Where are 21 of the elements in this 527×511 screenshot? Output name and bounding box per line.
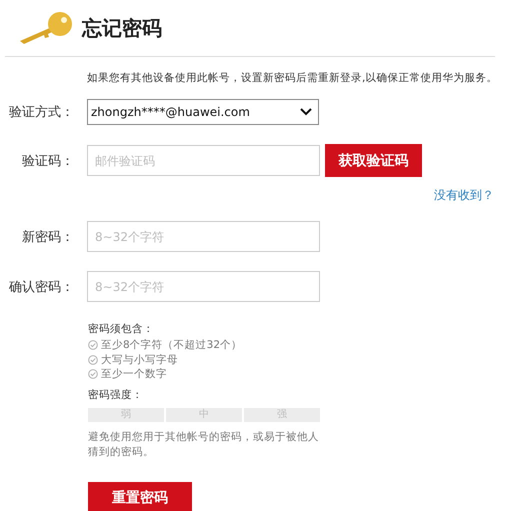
strength-title: 密码强度：	[88, 388, 144, 402]
hint-text: 避免使用您用于其他帐号的密码，或易于被他人猜到的密码。	[88, 430, 320, 460]
notice-text: 如果您有其他设备使用此帐号，设置新密码后需重新登录,以确保正常使用华为服务。	[87, 71, 498, 85]
input-field[interactable]: 8~32个字符	[87, 271, 320, 302]
chevron-down-icon	[300, 108, 312, 116]
get-code-button[interactable]: 获取验证码	[325, 144, 422, 177]
page-title: 忘记密码	[82, 14, 162, 42]
input-field[interactable]: 邮件验证码	[87, 145, 320, 176]
rule-text: 大写与小写字母	[101, 352, 178, 367]
field-label: 新密码：	[21, 228, 74, 246]
rule-text: 至少8个字符（不超过32个）	[101, 338, 242, 352]
field-label: 确认密码：	[8, 278, 74, 296]
rules-title: 密码须包含：	[88, 322, 155, 336]
account-select[interactable]: zhongzh****@huawei.com	[87, 99, 319, 125]
field-label: 验证方式：	[8, 104, 74, 121]
reset-password-button[interactable]: 重置密码	[88, 482, 192, 511]
field-label: 验证码：	[21, 152, 74, 170]
key-icon	[18, 11, 74, 45]
input-field[interactable]: 8~32个字符	[87, 221, 320, 252]
not-received-link[interactable]: 没有收到？	[434, 187, 494, 204]
rule-text: 至少一个数字	[101, 367, 167, 382]
